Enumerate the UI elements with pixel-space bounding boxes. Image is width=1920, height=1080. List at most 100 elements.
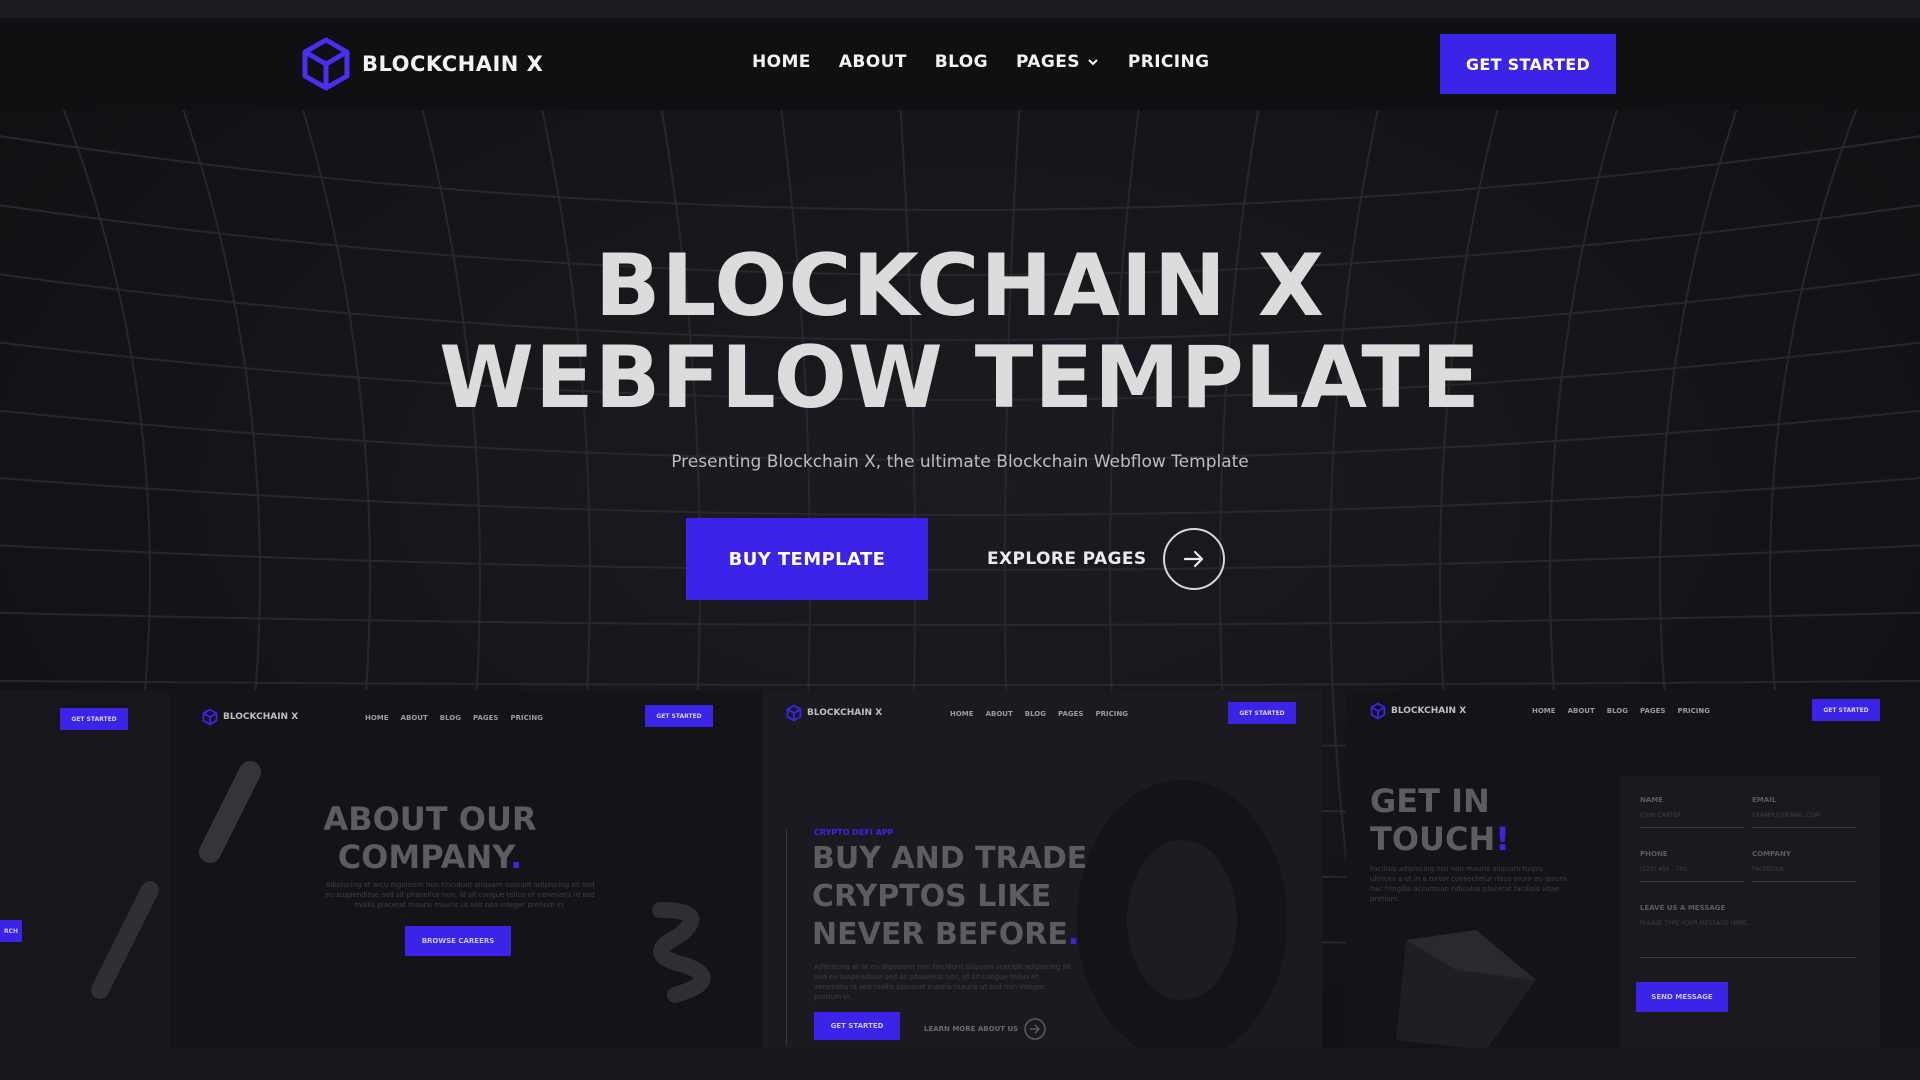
preview-contact-heading-line-1: GET IN	[1370, 782, 1490, 820]
preview-contact-logo: BLOCKCHAIN X	[1370, 702, 1466, 720]
preview-home-cta: GET STARTED	[1228, 702, 1296, 724]
preview-form-email-field: EXAMPLE@EMAIL.COM	[1752, 812, 1856, 828]
accent-dot: .	[510, 838, 523, 876]
preview-contact-brand: BLOCKCHAIN X	[1391, 706, 1467, 716]
cube-logo-icon	[786, 704, 802, 722]
preview-about-brand: BLOCKCHAIN X	[223, 712, 299, 722]
preview-menu-item: HOME	[950, 710, 974, 718]
arrow-circle	[1162, 528, 1225, 590]
preview-contact-heading: GET IN TOUCH!	[1370, 782, 1510, 858]
preview-contact-cta: GET STARTED	[1812, 699, 1880, 721]
preview-home-heading-line-1: BUY AND TRADE	[812, 841, 1088, 876]
brand-logo[interactable]: BLOCKCHAIN X	[300, 36, 543, 92]
get-started-button[interactable]: GET STARTED	[1440, 34, 1616, 94]
nav-home-link[interactable]: HOME	[752, 52, 811, 72]
spiral-shape	[652, 902, 711, 1003]
preview-menu-item: PAGES	[1057, 710, 1084, 718]
chevron-down-icon	[1088, 59, 1098, 66]
preview-home-paragraph: Adipiscing at at eu dignissim non tincid…	[814, 963, 1071, 1001]
glass-cube-shape	[1396, 930, 1536, 1050]
preview-home-heading-line-2: CRYPTOS LIKE	[812, 879, 1052, 914]
preview-left-side-button: RCH	[0, 920, 22, 942]
preview-home-logo: BLOCKCHAIN X	[786, 704, 882, 722]
abstract-ring-shape	[1077, 780, 1287, 1050]
preview-home-heading: BUY AND TRADE CRYPTOS LIKE NEVER BEFORE.	[812, 840, 1087, 954]
preview-menu-item: PRICING	[1677, 707, 1710, 715]
preview-menu-item: PRICING	[1095, 710, 1128, 718]
preview-home-learn-more: LEARN MORE ABOUT US	[924, 1018, 1046, 1040]
preview-home-menu: HOME ABOUT BLOG PAGES PRICING	[950, 710, 1128, 718]
preview-menu-item: HOME	[365, 714, 389, 722]
explore-pages-label: EXPLORE PAGES	[987, 549, 1147, 569]
preview-partial-left: GET STARTED RCH	[0, 690, 170, 1050]
preview-about-heading-line-1: ABOUT OUR	[323, 800, 537, 838]
nav-pages-label: PAGES	[1015, 52, 1080, 72]
brand-name: BLOCKCHAIN X	[362, 52, 544, 76]
preview-about-cta: GET STARTED	[645, 705, 713, 727]
preview-contact-form: NAME JOHN CARTER EMAIL EXAMPLE@EMAIL.COM…	[1620, 776, 1880, 1050]
cube-logo-icon	[202, 708, 218, 726]
preview-about-heading: ABOUT OUR COMPANY.	[170, 800, 690, 876]
preview-form-company-label: COMPANY	[1752, 850, 1791, 858]
preview-form-phone-field: (123) 456 - 789	[1640, 866, 1744, 882]
preview-about-logo: BLOCKCHAIN X	[202, 708, 298, 726]
hero-subtitle: Presenting Blockchain X, the ultimate Bl…	[671, 452, 1249, 472]
buy-template-button[interactable]: BUY TEMPLATE	[686, 518, 928, 600]
accent-dot: .	[1067, 917, 1080, 952]
accent-mark: !	[1495, 820, 1510, 858]
preview-home-vline	[786, 830, 787, 1045]
preview-menu-item: PAGES	[472, 714, 499, 722]
top-strip	[0, 0, 1920, 18]
preview-form-message-field: PLEASE TYPE YOUR MESSAGE HERE...	[1640, 920, 1856, 958]
preview-form-phone-label: PHONE	[1640, 850, 1668, 858]
preview-menu-item: PRICING	[510, 714, 543, 722]
preview-form-message-label: LEAVE US A MESSAGE	[1640, 904, 1726, 912]
preview-menu-item: ABOUT	[400, 714, 428, 722]
preview-menu-item: BLOG	[439, 714, 461, 722]
cube-logo-icon	[302, 37, 350, 91]
cube-logo-icon	[1370, 702, 1386, 720]
preview-contact-heading-line-2: TOUCH	[1370, 820, 1496, 858]
bottom-strip	[0, 1048, 1920, 1080]
preview-home-learn-label: LEARN MORE ABOUT US	[924, 1025, 1019, 1033]
preview-menu-item: BLOG	[1024, 710, 1046, 718]
hero-title-line-2: WEBFLOW TEMPLATE	[439, 328, 1481, 428]
preview-about-menu: HOME ABOUT BLOG PAGES PRICING	[365, 714, 543, 722]
preview-menu-item: HOME	[1532, 707, 1556, 715]
preview-left-cta: GET STARTED	[60, 708, 128, 730]
glass-tube-shape	[91, 881, 159, 999]
preview-about-heading-line-2: COMPANY	[337, 838, 511, 876]
preview-form-name-field: JOHN CARTER	[1640, 812, 1744, 828]
preview-form-email-label: EMAIL	[1752, 796, 1777, 804]
preview-home-page: BLOCKCHAIN X HOME ABOUT BLOG PAGES PRICI…	[762, 690, 1322, 1050]
hero-actions: BUY TEMPLATE EXPLORE PAGES	[0, 518, 1920, 602]
preview-home-heading-line-3: NEVER BEFORE	[812, 917, 1068, 952]
nav-about-link[interactable]: ABOUT	[839, 52, 907, 72]
hero-title: BLOCKCHAIN X WEBFLOW TEMPLATE	[0, 240, 1920, 424]
preview-contact-page: BLOCKCHAIN X HOME ABOUT BLOG PAGES PRICI…	[1346, 690, 1920, 1050]
arrow-right-icon	[1183, 550, 1203, 568]
hero-section: BLOCKCHAIN X WEBFLOW TEMPLATE Presenting…	[0, 240, 1920, 600]
hero-title-line-1: BLOCKCHAIN X	[594, 236, 1326, 336]
template-previews: GET STARTED RCH BLOCKCHAIN X HOME ABOUT …	[0, 690, 1920, 1050]
preview-home-brand: BLOCKCHAIN X	[807, 708, 883, 718]
main-menu: HOME ABOUT BLOG PAGES PRICING	[752, 52, 1210, 72]
preview-menu-item: ABOUT	[1567, 707, 1595, 715]
preview-browse-careers-button: BROWSE CAREERS	[405, 926, 511, 956]
preview-menu-item: PAGES	[1639, 707, 1666, 715]
preview-form-name-label: NAME	[1640, 796, 1664, 804]
nav-pages-dropdown[interactable]: PAGES	[1016, 52, 1100, 72]
preview-menu-item: ABOUT	[985, 710, 1013, 718]
preview-home-eyebrow: CRYPTO DEFI APP	[814, 828, 894, 837]
preview-about-paragraph: Adipiscing at arcu dignissim non tincidu…	[325, 881, 595, 909]
arrow-circle-icon	[1024, 1018, 1046, 1040]
preview-contact-menu: HOME ABOUT BLOG PAGES PRICING	[1532, 707, 1710, 715]
preview-form-company-field: FACEBOOK	[1752, 866, 1856, 882]
preview-home-get-started: GET STARTED	[814, 1012, 900, 1040]
nav-blog-link[interactable]: BLOG	[935, 52, 988, 72]
preview-about-page: BLOCKCHAIN X HOME ABOUT BLOG PAGES PRICI…	[170, 690, 762, 1050]
explore-pages-link[interactable]: EXPLORE PAGES	[987, 527, 1225, 591]
preview-menu-item: BLOG	[1606, 707, 1628, 715]
nav-pricing-link[interactable]: PRICING	[1128, 52, 1210, 72]
preview-contact-paragraph: Facilisis adipiscing nisi non mauris ali…	[1370, 865, 1567, 903]
